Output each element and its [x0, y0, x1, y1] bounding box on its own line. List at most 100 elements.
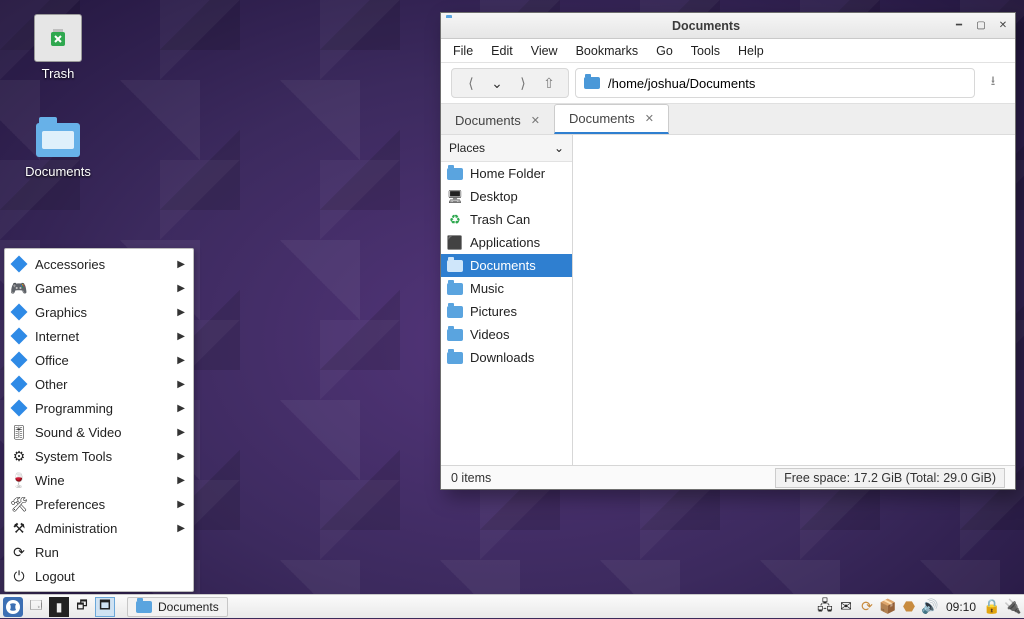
chevron-right-icon: ▶ [177, 523, 185, 534]
clock[interactable]: 09:10 [943, 600, 979, 614]
lock-icon[interactable]: 🔒 [984, 599, 1000, 615]
menu-help[interactable]: Help [730, 42, 772, 60]
sidebar-places: Places ⌄ Home Folder 🖥Desktop ♻Trash Can… [441, 135, 573, 465]
menu-internet[interactable]: Internet▶ [5, 324, 193, 348]
folder-icon [584, 77, 600, 89]
place-music[interactable]: Music [441, 277, 572, 300]
chevron-right-icon: ▶ [177, 355, 185, 366]
bookmark-button[interactable]: ⭳ [981, 68, 1005, 98]
up-button[interactable]: ⇧ [540, 75, 558, 92]
menu-office[interactable]: Office▶ [5, 348, 193, 372]
accessories-icon [11, 256, 27, 272]
menu-accessories[interactable]: Accessories▶ [5, 252, 193, 276]
forward-button[interactable]: ⟩ [514, 75, 532, 92]
nav-buttons: ⟨ ⌄ ⟩ ⇧ [451, 68, 569, 98]
menu-preferences[interactable]: 🛠Preferences▶ [5, 492, 193, 516]
path-input[interactable] [608, 76, 966, 91]
chevron-right-icon: ▶ [177, 499, 185, 510]
place-applications[interactable]: ⬛Applications [441, 231, 572, 254]
menu-graphics[interactable]: Graphics▶ [5, 300, 193, 324]
tab-bar: Documents ✕ Documents ✕ [441, 103, 1015, 135]
place-desktop[interactable]: 🖥Desktop [441, 185, 572, 208]
menu-sound-video[interactable]: 🎚Sound & Video▶ [5, 420, 193, 444]
item-count: 0 items [451, 471, 491, 485]
maximize-button[interactable]: ▢ [973, 19, 989, 33]
desktop-trash[interactable]: Trash [18, 14, 98, 81]
menu-programming[interactable]: Programming▶ [5, 396, 193, 420]
chevron-right-icon: ▶ [177, 427, 185, 438]
folder-icon [445, 18, 461, 34]
graphics-icon [11, 304, 27, 320]
menu-tools[interactable]: Tools [683, 42, 728, 60]
place-home[interactable]: Home Folder [441, 162, 572, 185]
folder-icon [447, 259, 463, 273]
chevron-right-icon: ▶ [177, 403, 185, 414]
administration-icon: ⚒ [11, 520, 27, 536]
close-button[interactable]: ✕ [995, 19, 1011, 33]
sidebar-header[interactable]: Places ⌄ [441, 135, 572, 162]
menu-run[interactable]: ⟳Run [5, 540, 193, 564]
menu-wine[interactable]: 🍷Wine▶ [5, 468, 193, 492]
tab-documents-1[interactable]: Documents ✕ [441, 107, 554, 134]
power-icon[interactable]: 🔌 [1005, 599, 1021, 615]
sound-video-icon: 🎚 [11, 424, 27, 440]
tab-label: Documents [569, 111, 635, 126]
menu-edit[interactable]: Edit [483, 42, 521, 60]
desktop-documents[interactable]: Documents [18, 112, 98, 179]
volume-icon[interactable]: 🔊 [922, 599, 938, 615]
place-videos[interactable]: Videos [441, 323, 572, 346]
tab-label: Documents [455, 113, 521, 128]
folder-icon [136, 601, 152, 613]
other-icon [11, 376, 27, 392]
chevron-right-icon: ▶ [177, 307, 185, 318]
menu-view[interactable]: View [523, 42, 566, 60]
mail-icon[interactable]: ✉ [838, 599, 854, 615]
network-icon[interactable]: 🖧 [817, 599, 833, 615]
package-icon[interactable]: 📦 [880, 599, 896, 615]
chevron-right-icon: ▶ [177, 259, 185, 270]
tab-documents-2[interactable]: Documents ✕ [554, 104, 669, 134]
system-tray: 🖧 ✉ ⟳ 📦 ⬣ 🔊 09:10 🔒 🔌 [817, 599, 1021, 615]
menu-bar: File Edit View Bookmarks Go Tools Help [441, 39, 1015, 63]
back-button[interactable]: ⟨ [462, 75, 480, 92]
place-trash[interactable]: ♻Trash Can [441, 208, 572, 231]
gear-icon: ⚙ [11, 448, 27, 464]
place-downloads[interactable]: Downloads [441, 346, 572, 369]
launcher-browser[interactable]: 🗗 [72, 597, 92, 617]
menu-logout[interactable]: ⏻Logout [5, 564, 193, 588]
menu-other[interactable]: Other▶ [5, 372, 193, 396]
folder-view[interactable] [573, 135, 1015, 465]
menu-go[interactable]: Go [648, 42, 681, 60]
launcher-terminal[interactable]: ▮ [49, 597, 69, 617]
applications-icon: ⬛ [447, 236, 463, 250]
tab-close-icon[interactable]: ✕ [531, 114, 540, 127]
chevron-right-icon: ▶ [177, 283, 185, 294]
free-space: Free space: 17.2 GiB (Total: 29.0 GiB) [775, 468, 1005, 488]
chevron-right-icon: ▶ [177, 379, 185, 390]
notification-icon[interactable]: ⬣ [901, 599, 917, 615]
history-dropdown[interactable]: ⌄ [488, 75, 506, 92]
start-menu-button[interactable] [3, 597, 23, 617]
menu-games[interactable]: 🎮Games▶ [5, 276, 193, 300]
menu-administration[interactable]: ⚒Administration▶ [5, 516, 193, 540]
show-desktop-button[interactable]: 🗖 [95, 597, 115, 617]
office-icon [11, 352, 27, 368]
task-label: Documents [158, 600, 219, 614]
place-pictures[interactable]: Pictures [441, 300, 572, 323]
menu-bookmarks[interactable]: Bookmarks [568, 42, 647, 60]
home-icon [447, 167, 463, 181]
window-titlebar[interactable]: Documents ━ ▢ ✕ [441, 13, 1015, 39]
menu-file[interactable]: File [445, 42, 481, 60]
application-menu: Accessories▶ 🎮Games▶ Graphics▶ Internet▶… [4, 248, 194, 592]
logout-icon: ⏻ [11, 568, 27, 584]
tab-close-icon[interactable]: ✕ [645, 112, 654, 125]
menu-system-tools[interactable]: ⚙System Tools▶ [5, 444, 193, 468]
place-documents[interactable]: Documents [441, 254, 572, 277]
minimize-button[interactable]: ━ [951, 19, 967, 33]
internet-icon [11, 328, 27, 344]
update-icon[interactable]: ⟳ [859, 599, 875, 615]
folder-icon [447, 305, 463, 319]
chevron-right-icon: ▶ [177, 451, 185, 462]
taskbar-task-documents[interactable]: Documents [127, 597, 228, 617]
launcher-file-manager[interactable]: 🗔 [26, 597, 46, 617]
